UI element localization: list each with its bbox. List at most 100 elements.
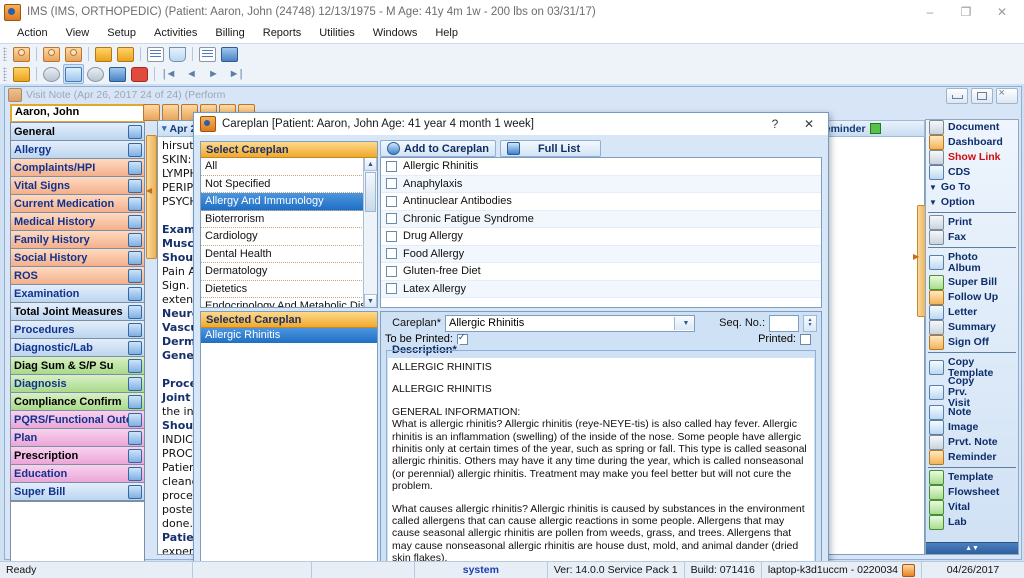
menu-item-view[interactable]: View bbox=[57, 24, 99, 42]
section-note-icon[interactable] bbox=[128, 143, 142, 157]
section-item-complaints-hpi[interactable]: Complaints/HPI bbox=[10, 158, 145, 176]
rail-item-flowsheet[interactable]: Flowsheet bbox=[926, 485, 1018, 500]
section-item-total-joint-measures[interactable]: Total Joint Measures bbox=[10, 302, 145, 320]
chevron-down-icon[interactable]: ▼ bbox=[674, 316, 694, 330]
edit-icon[interactable] bbox=[63, 64, 84, 84]
section-note-icon[interactable] bbox=[128, 377, 142, 391]
rail-item-template[interactable]: Template bbox=[926, 470, 1018, 485]
printed-checkbox[interactable] bbox=[800, 333, 811, 345]
first-icon[interactable]: |◄ bbox=[159, 64, 180, 84]
rail-item-sign-off[interactable]: Sign Off bbox=[926, 335, 1018, 350]
section-item-education[interactable]: Education bbox=[10, 464, 145, 482]
select-careplan-scrollbar[interactable]: ▲ ▼ bbox=[363, 158, 377, 307]
description-textarea[interactable]: ALLERGIC RHINITIS ALLERGIC RHINITIS GENERA… bbox=[388, 358, 814, 561]
print-preview-icon[interactable] bbox=[107, 64, 128, 84]
next-icon[interactable]: ► bbox=[203, 64, 224, 84]
section-note-icon[interactable] bbox=[128, 233, 142, 247]
visit-note-close-button[interactable] bbox=[996, 87, 1018, 104]
select-careplan-item[interactable]: Dental Health bbox=[201, 246, 364, 263]
section-note-icon[interactable] bbox=[128, 341, 142, 355]
section-item-family-history[interactable]: Family History bbox=[10, 230, 145, 248]
visit-note-minimize-button[interactable] bbox=[946, 88, 968, 104]
section-item-super-bill[interactable]: Super Bill bbox=[10, 482, 145, 501]
toolbar-grip-2[interactable] bbox=[3, 67, 7, 81]
full-list-button[interactable]: Full List bbox=[499, 140, 602, 157]
patient-icon[interactable] bbox=[11, 44, 32, 64]
section-note-icon[interactable] bbox=[128, 269, 142, 283]
rail-item-fax[interactable]: Fax bbox=[926, 230, 1018, 245]
pages-icon[interactable] bbox=[219, 44, 240, 64]
careplan-close-button[interactable]: ✕ bbox=[792, 114, 826, 134]
search-record-icon[interactable] bbox=[145, 44, 166, 64]
careplan-list-item[interactable]: Allergic Rhinitis bbox=[381, 158, 821, 176]
careplan-select[interactable]: Allergic Rhinitis ▼ bbox=[445, 314, 695, 332]
careplan-item-checkbox[interactable] bbox=[386, 160, 397, 172]
rail-item-follow-up[interactable]: Follow Up bbox=[926, 290, 1018, 305]
careplan-list-item[interactable]: Latex Allergy bbox=[381, 280, 821, 298]
rail-item-prvt-note[interactable]: Prvt. Note bbox=[926, 435, 1018, 450]
rail-item-print[interactable]: Print bbox=[926, 215, 1018, 230]
select-careplan-item[interactable]: Not Specified bbox=[201, 176, 364, 193]
alert-icon[interactable] bbox=[129, 64, 150, 84]
section-item-examination[interactable]: Examination bbox=[10, 284, 145, 302]
action-rail-scroll[interactable]: ▲▼ bbox=[926, 542, 1018, 554]
section-item-diagnosis[interactable]: Diagnosis bbox=[10, 374, 145, 392]
rail-item-reminder[interactable]: Reminder bbox=[926, 450, 1018, 465]
rail-item-image[interactable]: Image bbox=[926, 420, 1018, 435]
section-item-diag-sum-s-p-su[interactable]: Diag Sum & S/P Su bbox=[10, 356, 145, 374]
select-careplan-item[interactable]: Endocrinology And Metabolic Disease bbox=[201, 298, 364, 307]
section-item-vital-signs[interactable]: Vital Signs bbox=[10, 176, 145, 194]
section-note-icon[interactable] bbox=[128, 359, 142, 373]
section-note-icon[interactable] bbox=[128, 305, 142, 319]
scroll-up-icon[interactable]: ▲ bbox=[364, 158, 377, 171]
section-item-plan[interactable]: Plan bbox=[10, 428, 145, 446]
section-item-ros[interactable]: ROS bbox=[10, 266, 145, 284]
seq-no-input[interactable] bbox=[769, 314, 799, 332]
select-careplan-list[interactable]: All Not Specified Allergy And Immunology Bi… bbox=[201, 158, 364, 307]
rail-item-lab[interactable]: Lab bbox=[926, 515, 1018, 530]
rail-item-copy-prv-visit[interactable]: Copy Prv. Visit bbox=[926, 376, 1018, 409]
toolbar-grip[interactable] bbox=[3, 47, 7, 61]
careplan-help-button[interactable]: ? bbox=[758, 114, 792, 134]
abc-icon[interactable] bbox=[197, 44, 218, 64]
section-item-current-medication[interactable]: Current Medication bbox=[10, 194, 145, 212]
rail-item-go-to[interactable]: ▼ Go To bbox=[926, 180, 1018, 195]
section-note-icon[interactable] bbox=[128, 215, 142, 229]
careplan-list-item[interactable]: Anaphylaxis bbox=[381, 175, 821, 193]
section-item-allergy[interactable]: Allergy bbox=[10, 140, 145, 158]
to-be-printed-checkbox[interactable] bbox=[456, 332, 468, 345]
patient-chart-icon[interactable] bbox=[162, 104, 179, 121]
rail-item-dashboard[interactable]: Dashboard bbox=[926, 135, 1018, 150]
section-item-pqrs-functional-outc[interactable]: PQRS/Functional Outc bbox=[10, 410, 145, 428]
edit-note-icon[interactable] bbox=[115, 44, 136, 64]
careplan-item-checkbox[interactable] bbox=[386, 230, 397, 242]
select-careplan-item[interactable]: Cardiology bbox=[201, 228, 364, 246]
careplan-item-checkbox[interactable] bbox=[386, 283, 397, 295]
last-icon[interactable]: ►| bbox=[225, 64, 246, 84]
careplan-item-checkbox[interactable] bbox=[386, 195, 397, 207]
rail-item-show-link[interactable]: Show Link bbox=[926, 150, 1018, 165]
menu-item-utilities[interactable]: Utilities bbox=[310, 24, 363, 42]
careplan-list-item[interactable]: Food Allergy bbox=[381, 245, 821, 263]
minimize-button[interactable]: – bbox=[912, 1, 948, 23]
menu-item-billing[interactable]: Billing bbox=[206, 24, 253, 42]
seq-no-stepper[interactable]: ▲ ▼ bbox=[803, 314, 817, 332]
menu-item-windows[interactable]: Windows bbox=[364, 24, 427, 42]
rail-item-photo-album[interactable]: Photo Album bbox=[926, 250, 1018, 275]
select-careplan-item[interactable]: Allergy And Immunology bbox=[201, 193, 364, 211]
careplan-list-item[interactable]: Gluten-free Diet bbox=[381, 263, 821, 281]
lab-flask-icon[interactable] bbox=[167, 44, 188, 64]
previous-icon[interactable]: ◄ bbox=[181, 64, 202, 84]
prev-record-icon[interactable] bbox=[41, 64, 62, 84]
section-item-general[interactable]: General bbox=[10, 122, 145, 140]
visit-note-restore-button[interactable] bbox=[971, 88, 993, 104]
section-note-icon[interactable] bbox=[128, 485, 142, 499]
section-item-compliance-confirm[interactable]: Compliance Confirm bbox=[10, 392, 145, 410]
careplan-item-checkbox[interactable] bbox=[386, 213, 397, 225]
selected-careplan-list[interactable]: Allergic Rhinitis bbox=[201, 328, 377, 343]
next-record-icon[interactable] bbox=[85, 64, 106, 84]
rail-item-vital[interactable]: Vital bbox=[926, 500, 1018, 515]
menu-item-setup[interactable]: Setup bbox=[98, 24, 145, 42]
add-to-careplan-button[interactable]: Add to Careplan bbox=[380, 140, 496, 157]
rail-item-super-bill[interactable]: Super Bill bbox=[926, 275, 1018, 290]
